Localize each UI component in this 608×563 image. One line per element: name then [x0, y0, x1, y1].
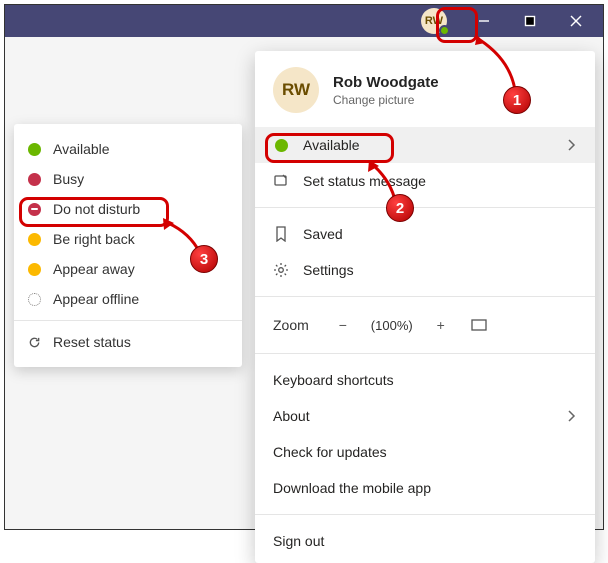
status-reset[interactable]: Reset status — [14, 327, 242, 357]
status-option-dnd[interactable]: Do not disturb — [14, 194, 242, 224]
status-option-brb[interactable]: Be right back — [14, 224, 242, 254]
presence-away-icon — [28, 263, 41, 276]
menu-divider — [255, 353, 595, 354]
presence-busy-icon — [28, 173, 41, 186]
check-updates-label: Check for updates — [273, 444, 387, 460]
saved-row[interactable]: Saved — [255, 216, 595, 252]
zoom-in-button[interactable]: + — [427, 311, 455, 339]
sign-out-label: Sign out — [273, 533, 324, 549]
presence-brb-icon — [28, 233, 41, 246]
status-option-label: Appear offline — [53, 291, 139, 307]
presence-available-icon — [439, 25, 450, 36]
about-row[interactable]: About — [255, 398, 595, 434]
menu-divider — [255, 207, 595, 208]
zoom-label: Zoom — [273, 317, 309, 333]
set-status-message-label: Set status message — [303, 173, 426, 189]
profile-menu: RW Rob Woodgate Change picture Available… — [255, 51, 595, 563]
minimize-icon — [478, 15, 490, 27]
settings-row[interactable]: Settings — [255, 252, 595, 288]
status-option-label: Available — [53, 141, 110, 157]
bookmark-icon — [273, 226, 289, 242]
profile-header: RW Rob Woodgate Change picture — [255, 51, 595, 127]
status-option-label: Do not disturb — [53, 201, 140, 217]
menu-divider — [255, 514, 595, 515]
download-app-row[interactable]: Download the mobile app — [255, 470, 595, 506]
zoom-value: (100%) — [367, 318, 417, 333]
window-maximize-button[interactable] — [507, 5, 553, 37]
keyboard-shortcuts-row[interactable]: Keyboard shortcuts — [255, 362, 595, 398]
status-option-busy[interactable]: Busy — [14, 164, 242, 194]
edit-icon — [273, 173, 289, 189]
avatar-large: RW — [273, 67, 319, 113]
profile-display-name: Rob Woodgate — [333, 74, 439, 91]
status-option-away[interactable]: Appear away — [14, 254, 242, 284]
check-updates-row[interactable]: Check for updates — [255, 434, 595, 470]
zoom-out-button[interactable]: − — [329, 311, 357, 339]
status-option-label: Appear away — [53, 261, 135, 277]
fullscreen-icon — [471, 319, 487, 331]
presence-dnd-icon — [28, 203, 41, 216]
status-option-label: Be right back — [53, 231, 135, 247]
presence-available-icon — [273, 137, 289, 153]
reset-icon — [28, 336, 41, 349]
gear-icon — [273, 262, 289, 278]
status-row[interactable]: Available — [255, 127, 595, 163]
status-row-label: Available — [303, 137, 360, 153]
menu-divider — [14, 320, 242, 321]
status-reset-label: Reset status — [53, 334, 131, 350]
saved-label: Saved — [303, 226, 343, 242]
window-close-button[interactable] — [553, 5, 599, 37]
menu-divider — [255, 296, 595, 297]
status-option-available[interactable]: Available — [14, 134, 242, 164]
close-icon — [570, 15, 582, 27]
presence-available-icon — [28, 143, 41, 156]
set-status-message-row[interactable]: Set status message — [255, 163, 595, 199]
window-minimize-button[interactable] — [461, 5, 507, 37]
settings-label: Settings — [303, 262, 354, 278]
titlebar: RW — [5, 5, 603, 37]
chevron-right-icon — [565, 410, 577, 422]
profile-avatar-button[interactable]: RW — [419, 6, 449, 36]
status-submenu: Available Busy Do not disturb Be right b… — [14, 124, 242, 367]
download-app-label: Download the mobile app — [273, 480, 431, 496]
presence-offline-icon — [28, 293, 41, 306]
change-picture-link[interactable]: Change picture — [333, 93, 439, 107]
about-label: About — [273, 408, 310, 424]
app-window: RW RW Rob Woodgate Change picture Availa… — [4, 4, 604, 530]
maximize-icon — [524, 15, 536, 27]
status-option-offline[interactable]: Appear offline — [14, 284, 242, 314]
zoom-row: Zoom − (100%) + — [255, 305, 595, 345]
sign-out-row[interactable]: Sign out — [255, 523, 595, 559]
keyboard-shortcuts-label: Keyboard shortcuts — [273, 372, 394, 388]
fullscreen-button[interactable] — [465, 311, 493, 339]
status-option-label: Busy — [53, 171, 84, 187]
chevron-right-icon — [565, 139, 577, 151]
